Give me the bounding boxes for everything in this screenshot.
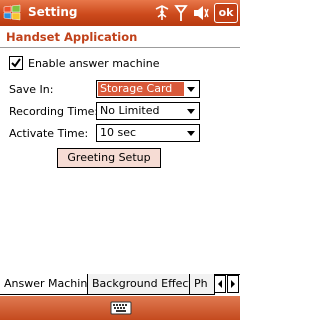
header-divider [0,47,240,48]
window-title: Setting [28,5,78,19]
windows-start-icon[interactable] [2,3,22,23]
checkmark-icon [11,58,21,68]
ok-button[interactable]: ok [214,3,238,23]
activate-time-label: Activate Time: [9,127,89,140]
tab-background-effects[interactable]: Background Effects [87,274,190,295]
recording-time-value: No Limited [100,104,160,117]
enable-answer-machine-label[interactable]: Enable answer machine [28,57,159,70]
connectivity-icon[interactable] [153,3,171,23]
recording-time-label: Recording Time: [9,105,99,118]
save-in-label: Save In: [9,83,54,96]
enable-answer-machine-checkbox[interactable] [9,56,23,70]
page-title: Handset Application [6,30,138,44]
save-in-value: Storage Card [98,82,184,96]
tab-scroll-right-button[interactable] [227,275,239,293]
chevron-left-icon [218,280,222,288]
chevron-down-icon[interactable] [184,126,198,140]
bottom-bar [0,296,240,320]
tab-answer-machine[interactable]: Answer Machine [0,274,88,295]
title-bar: Setting ok [0,0,240,26]
chevron-down-icon[interactable] [184,104,198,118]
tab-bar: Answer Machine Background Effects Ph [0,274,240,297]
activate-time-value: 10 sec [100,126,137,139]
speaker-icon[interactable] [192,3,210,23]
chevron-right-icon [231,280,235,288]
greeting-setup-button[interactable]: Greeting Setup [57,148,161,168]
chevron-down-icon[interactable] [184,82,198,96]
signal-icon[interactable] [174,3,188,23]
recording-time-select[interactable]: No Limited [96,102,200,120]
save-in-select[interactable]: Storage Card [96,80,200,98]
tab-ph[interactable]: Ph [189,274,215,295]
tab-scroll-left-button[interactable] [214,275,226,293]
keyboard-icon[interactable] [110,300,132,316]
activate-time-select[interactable]: 10 sec [96,124,200,142]
